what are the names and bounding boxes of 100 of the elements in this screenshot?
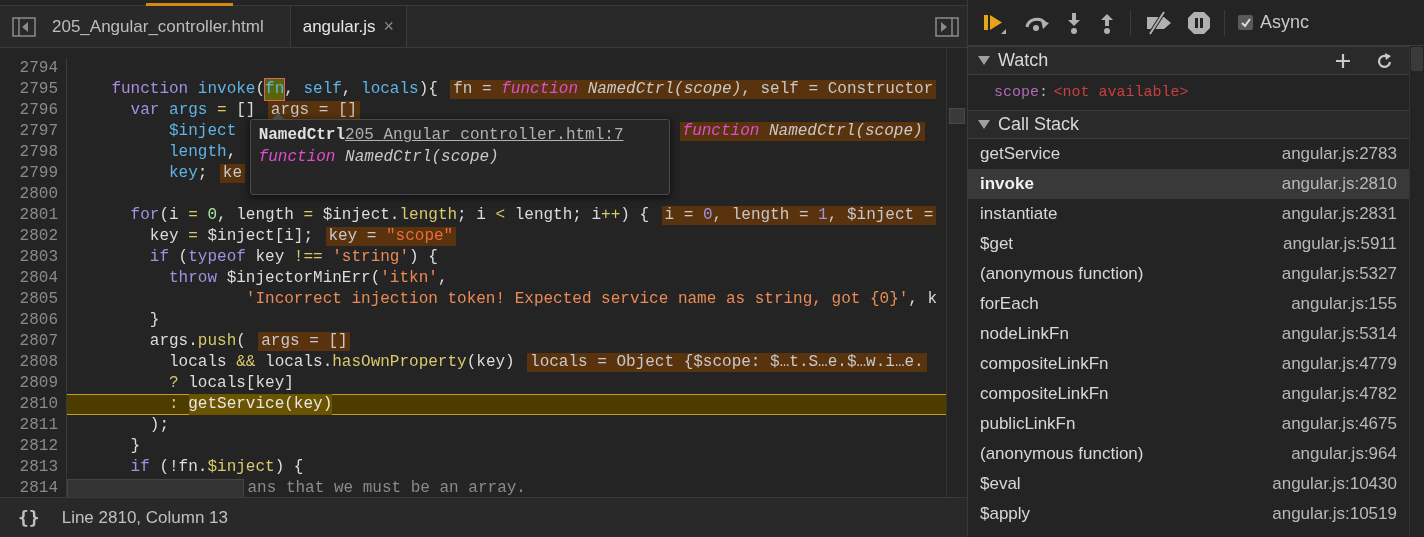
call-stack-frame[interactable]: publicLinkFn angular.js:4675 [968, 409, 1409, 439]
code-token: if [129, 457, 150, 478]
call-stack-frame[interactable]: $apply angular.js:10519 [968, 499, 1409, 529]
frame-location: angular.js:5314 [1281, 324, 1397, 344]
checkbox[interactable] [1238, 15, 1253, 30]
call-stack-frame[interactable]: $get angular.js:5911 [968, 229, 1409, 259]
code-token: ? [168, 373, 179, 394]
line-number: 2804 [18, 268, 58, 289]
code-token: ){ [418, 79, 438, 100]
function-name: publicLinkFn [980, 414, 1076, 434]
code-token: for [129, 205, 160, 226]
pretty-print-button[interactable]: {} [18, 507, 40, 528]
call-stack-frame[interactable]: invoke angular.js:2810 [968, 169, 1409, 199]
hovered-token: fn [265, 79, 285, 100]
code-token: (i [159, 205, 179, 226]
scrollbar-thumb[interactable] [67, 479, 244, 497]
disclosure-icon[interactable] [978, 120, 990, 129]
disclosure-icon[interactable] [978, 56, 990, 65]
function-name: invoke [980, 174, 1034, 194]
line-number: 2813 [18, 457, 58, 478]
inline-value: ke [219, 164, 245, 183]
refresh-icon[interactable] [1377, 52, 1393, 69]
popup-title: NamedCtrl [258, 126, 346, 144]
inline-value: args = [] [258, 332, 351, 351]
line-number: 2814 [18, 478, 58, 499]
file-tab[interactable]: 205_Angular_controller.html [40, 6, 276, 47]
panel-toggle-icon[interactable] [935, 16, 959, 37]
section-header[interactable]: Watch [968, 46, 1409, 75]
sidebar-toggle-icon[interactable] [12, 16, 36, 37]
pause-on-exceptions-icon[interactable] [1187, 10, 1211, 35]
code-token: 'itkn' [380, 268, 438, 289]
frame-location: angular.js:4782 [1281, 384, 1397, 404]
code-token: locals. [264, 352, 333, 373]
code-token: (key) [466, 352, 515, 373]
code-token: 0 [206, 205, 218, 226]
code-token: typeof [188, 247, 246, 268]
separator: : [1039, 84, 1049, 101]
code-token: function [110, 79, 189, 100]
code-token: = [216, 100, 227, 121]
code-token: = [187, 226, 198, 247]
call-stack-frame[interactable]: forEach angular.js:155 [968, 289, 1409, 319]
section-title: Watch [998, 50, 1049, 71]
call-stack-frame[interactable]: (anonymous function) angular.js:5327 [968, 259, 1409, 289]
line-number: 2795 [18, 79, 58, 100]
call-stack-frame[interactable]: compositeLinkFn angular.js:4779 [968, 349, 1409, 379]
code-token: : [168, 394, 179, 415]
function-name: forEach [980, 294, 1039, 314]
inline-value: function NamedCtrl(scope) [679, 122, 926, 141]
call-stack-frame[interactable]: (anonymous function) angular.js:964 [968, 439, 1409, 469]
line-number: 2806 [18, 310, 58, 331]
frame-location: angular.js:5327 [1281, 264, 1397, 284]
line-number: 2803 [18, 247, 58, 268]
close-icon[interactable]: × [383, 16, 394, 37]
frame-location: angular.js:964 [1291, 444, 1397, 464]
code-token: ans that we must be an array. [247, 478, 526, 497]
code-token: key [168, 163, 198, 184]
section-header[interactable]: Call Stack [968, 110, 1409, 139]
line-number: 2805 [18, 289, 58, 310]
line-number: 2797 [18, 121, 58, 142]
watch-value: <not available> [1053, 84, 1189, 101]
code-token: length [168, 142, 227, 163]
code-token: ; i [457, 205, 486, 226]
line-number: 2798 [18, 142, 58, 163]
function-name: $get [980, 234, 1014, 254]
code-token: = [302, 205, 314, 226]
line-number: 2810 [18, 394, 58, 415]
code-token: , [284, 79, 295, 100]
code-token: 'Incorrect injection token! Expected service name as string, got {0}' [244, 289, 909, 310]
code-token: && [235, 352, 256, 373]
scrollbar-thumb[interactable] [949, 108, 965, 124]
inline-value: key = "scope" [325, 227, 457, 246]
call-stack-frame[interactable]: $eval angular.js:10430 [968, 469, 1409, 499]
code-token: , [437, 268, 448, 289]
code-token: $inject [207, 457, 275, 478]
code-token: args. [148, 331, 198, 352]
line-number: 2808 [18, 352, 58, 373]
add-icon[interactable] [1335, 52, 1351, 69]
code-token: length; i [513, 205, 602, 226]
line-number: 2802 [18, 226, 58, 247]
call-stack-frame[interactable]: getService angular.js:2783 [968, 139, 1409, 169]
code-token: locals[key] [187, 373, 294, 394]
checkbox-label[interactable]: Async [1260, 12, 1310, 33]
frame-location: angular.js:4675 [1281, 414, 1397, 434]
call-stack-frame[interactable]: nodeLinkFn angular.js:5314 [968, 319, 1409, 349]
code-token: if [148, 247, 169, 268]
code-token: ( [236, 331, 246, 352]
section-title: Call Stack [998, 114, 1080, 135]
code-token: < [494, 205, 506, 226]
line-number: 2807 [18, 331, 58, 352]
line-number: 2811 [18, 415, 58, 436]
function-name: nodeLinkFn [980, 324, 1069, 344]
code-token: 'string' [331, 247, 410, 268]
call-stack-frame[interactable]: instantiate angular.js:2831 [968, 199, 1409, 229]
code-token: invoke [196, 79, 256, 100]
inline-value: i = 0, length = 1, $inject = [661, 206, 937, 225]
source-link[interactable]: 205_Angular_controller.html:7 [345, 126, 624, 144]
function-name: compositeLinkFn [980, 354, 1109, 374]
file-tab[interactable]: angular.js × [289, 6, 407, 47]
call-stack-frame[interactable]: compositeLinkFn angular.js:4782 [968, 379, 1409, 409]
watch-expression: scope [994, 84, 1039, 101]
